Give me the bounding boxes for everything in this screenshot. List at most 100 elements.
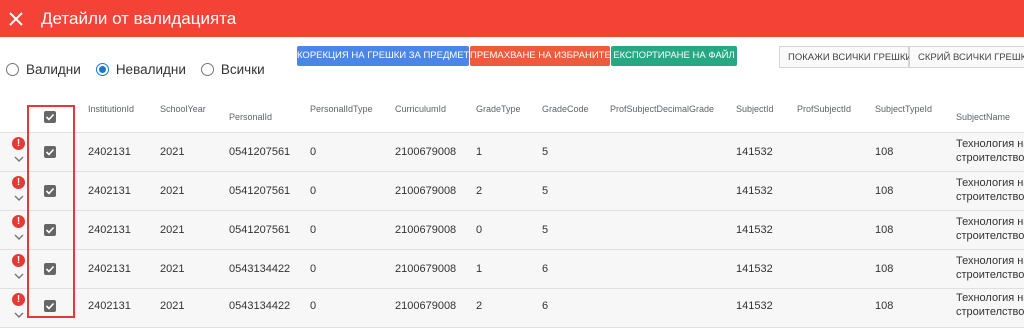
cell-subject-name: Технология на: [956, 177, 1024, 189]
radio-all-label: Всички: [220, 62, 265, 77]
cell-school-year: 2021: [160, 185, 185, 197]
checkbox-column-highlight: [27, 105, 75, 318]
cell-personal-id: 0543134422: [229, 300, 291, 312]
error-icon[interactable]: !: [12, 176, 25, 189]
cell-grade-type: 1: [476, 146, 483, 158]
radio-circle-icon[interactable]: [6, 63, 19, 76]
cell-institution-id: 2402131: [88, 146, 131, 158]
dialog-title: Детайли от валидацията: [41, 8, 237, 28]
cell-personal-id-type: 0: [310, 146, 317, 158]
cell-subject-name: Технология на: [956, 138, 1024, 150]
column-header[interactable]: PersonalIdType: [310, 104, 373, 114]
hide-all-errors-button[interactable]: СКРИЙ ВСИЧКИ ГРЕШКИ: [909, 46, 1024, 68]
cell-curriculum-id: 2100679008: [395, 300, 457, 312]
table-row[interactable]: ! 2402131 2021 0543134422 0 2100679008 2…: [0, 289, 1024, 328]
cell-personal-id-type: 0: [310, 185, 317, 197]
cell-personal-id: 0541207561: [229, 224, 291, 236]
validity-filter: Валидни Невалидни Всички: [6, 62, 280, 77]
cell-subject-type-id: 108: [875, 185, 894, 197]
cell-grade-type: 2: [476, 185, 483, 197]
cell-institution-id: 2402131: [88, 300, 131, 312]
cell-subject-name: строителството: [956, 269, 1024, 281]
cell-personal-id-type: 0: [310, 263, 317, 275]
chevron-down-icon[interactable]: [13, 153, 25, 165]
cell-personal-id-type: 0: [310, 224, 317, 236]
error-icon[interactable]: !: [12, 137, 25, 150]
table-row[interactable]: ! 2402131 2021 0541207561 0 2100679008 1…: [0, 133, 1024, 172]
cell-institution-id: 2402131: [88, 185, 131, 197]
cell-grade-type: 0: [476, 224, 483, 236]
column-header[interactable]: CurriculumId: [395, 104, 446, 114]
cell-subject-id: 141532: [736, 300, 773, 312]
show-all-errors-button[interactable]: ПОКАЖИ ВСИЧКИ ГРЕШКИ: [779, 46, 912, 68]
correct-errors-button[interactable]: КОРЕКЦИЯ НА ГРЕШКИ ЗА ПРЕДМЕТ: [297, 46, 469, 66]
cell-subject-name: строителството: [956, 230, 1024, 242]
remove-selected-button[interactable]: ПРЕМАХВАНЕ НА ИЗБРАНИТЕ: [470, 46, 611, 66]
radio-valid[interactable]: Валидни: [6, 62, 81, 77]
chevron-down-icon[interactable]: [13, 192, 25, 204]
table-row[interactable]: ! 2402131 2021 0543134422 0 2100679008 1…: [0, 250, 1024, 289]
cell-curriculum-id: 2100679008: [395, 224, 457, 236]
cell-subject-type-id: 108: [875, 146, 894, 158]
table-row[interactable]: ! 2402131 2021 0541207561 0 2100679008 0…: [0, 211, 1024, 250]
cell-school-year: 2021: [160, 146, 185, 158]
cell-personal-id: 0543134422: [229, 263, 291, 275]
radio-all[interactable]: Всички: [200, 62, 265, 77]
cell-subject-name: Технология на: [956, 255, 1024, 267]
cell-subject-type-id: 108: [875, 224, 894, 236]
close-icon[interactable]: [5, 8, 27, 30]
column-header[interactable]: ProfSubjectId: [797, 104, 851, 114]
cell-subject-name: строителството: [956, 306, 1024, 318]
chevron-down-icon[interactable]: [13, 231, 25, 243]
column-header[interactable]: InstitutionId: [88, 104, 134, 114]
cell-subject-name: Технология на: [956, 292, 1024, 304]
dialog-header: Детайли от валидацията: [0, 0, 1024, 37]
table-row[interactable]: ! 2402131 2021 0541207561 0 2100679008 2…: [0, 172, 1024, 211]
cell-subject-id: 141532: [736, 185, 773, 197]
cell-subject-id: 141532: [736, 146, 773, 158]
cell-subject-id: 141532: [736, 224, 773, 236]
cell-personal-id: 0541207561: [229, 185, 291, 197]
column-header[interactable]: GradeType: [476, 104, 521, 114]
column-header[interactable]: PersonalId: [229, 112, 272, 122]
table-header: InstitutionId SchoolYear PersonalId Pers…: [0, 94, 1024, 133]
cell-subject-type-id: 108: [875, 300, 894, 312]
radio-selected-icon[interactable]: [95, 63, 109, 76]
column-header[interactable]: SubjectName: [956, 112, 1010, 122]
cell-subject-type-id: 108: [875, 263, 894, 275]
cell-institution-id: 2402131: [88, 263, 131, 275]
cell-personal-id: 0541207561: [229, 146, 291, 158]
column-header[interactable]: SubjectTypeId: [875, 104, 932, 114]
cell-curriculum-id: 2100679008: [395, 146, 457, 158]
cell-subject-name: Технология на: [956, 216, 1024, 228]
cell-subject-name: строителството: [956, 152, 1024, 164]
cell-grade-type: 1: [476, 263, 483, 275]
radio-valid-label: Валидни: [26, 62, 81, 77]
chevron-down-icon[interactable]: [13, 270, 25, 282]
column-header[interactable]: GradeCode: [542, 104, 589, 114]
cell-personal-id-type: 0: [310, 300, 317, 312]
error-icon[interactable]: !: [12, 215, 25, 228]
radio-invalid-label: Невалидни: [115, 62, 186, 77]
cell-subject-id: 141532: [736, 263, 773, 275]
cell-subject-name: строителството: [956, 191, 1024, 203]
cell-grade-type: 2: [476, 300, 483, 312]
error-icon[interactable]: !: [12, 254, 25, 267]
error-icon[interactable]: !: [12, 293, 25, 306]
cell-grade-code: 6: [542, 300, 549, 312]
column-header[interactable]: ProfSubjectDecimalGrade: [610, 104, 714, 114]
cell-curriculum-id: 2100679008: [395, 185, 457, 197]
cell-curriculum-id: 2100679008: [395, 263, 457, 275]
chevron-down-icon[interactable]: [13, 309, 25, 321]
cell-grade-code: 5: [542, 224, 549, 236]
export-file-button[interactable]: ЕКСПОРТИРАНЕ НА ФАЙЛ: [611, 46, 737, 66]
radio-circle-icon[interactable]: [200, 63, 214, 76]
cell-school-year: 2021: [160, 224, 185, 236]
cell-grade-code: 5: [542, 185, 549, 197]
column-header[interactable]: SchoolYear: [160, 104, 206, 114]
column-header[interactable]: SubjectId: [736, 104, 774, 114]
cell-grade-code: 6: [542, 263, 549, 275]
radio-invalid[interactable]: Невалидни: [95, 62, 186, 77]
cell-institution-id: 2402131: [88, 224, 131, 236]
cell-school-year: 2021: [160, 263, 185, 275]
